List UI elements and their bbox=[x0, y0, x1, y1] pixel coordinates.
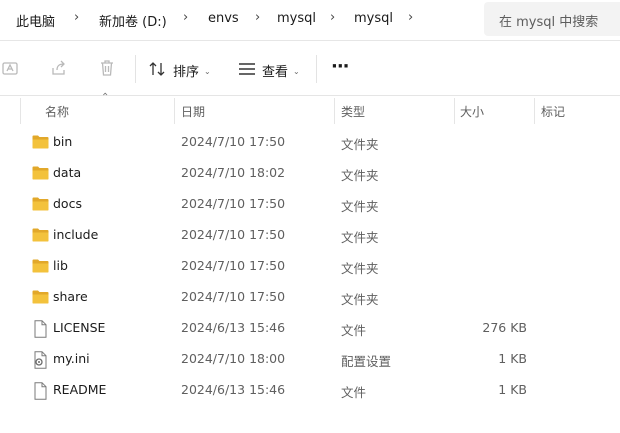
share-icon[interactable] bbox=[50, 59, 68, 80]
column-header-name[interactable]: 名称 bbox=[45, 103, 69, 120]
breadcrumb-mysql-current[interactable]: mysql bbox=[354, 11, 393, 26]
file-size: 1 KB bbox=[498, 382, 527, 397]
chevron-right-icon[interactable]: › bbox=[74, 10, 79, 25]
file-name: lib bbox=[53, 258, 68, 273]
column-divider[interactable] bbox=[534, 98, 535, 124]
chevron-right-icon[interactable]: › bbox=[255, 10, 260, 25]
chevron-right-icon[interactable]: › bbox=[330, 10, 335, 25]
file-row[interactable]: bin 2024/7/10 17:50 文件夹 bbox=[0, 127, 620, 158]
file-name: docs bbox=[53, 196, 82, 211]
sort-ascending-icon: ⌃ bbox=[101, 92, 110, 103]
column-header-date[interactable]: 日期 bbox=[181, 103, 205, 120]
column-header-size[interactable]: 大小 bbox=[460, 103, 484, 120]
file-name: README bbox=[53, 382, 107, 397]
file-name: data bbox=[53, 165, 82, 180]
file-name: LICENSE bbox=[53, 320, 106, 335]
column-header-tags[interactable]: 标记 bbox=[541, 103, 565, 120]
file-type: 文件夹 bbox=[341, 137, 379, 152]
folder-icon bbox=[32, 258, 49, 274]
file-name: share bbox=[53, 289, 88, 304]
folder-icon bbox=[32, 134, 49, 150]
column-divider[interactable] bbox=[454, 98, 455, 124]
file-type: 文件 bbox=[341, 385, 367, 400]
file-row[interactable]: my.ini 2024/7/10 18:00 配置设置 1 KB bbox=[0, 344, 620, 375]
file-date: 2024/6/13 15:46 bbox=[181, 320, 286, 335]
file-list: ⌃ 名称 日期 类型 大小 标记 bin 2024/7/10 17:50 文件夹 da… bbox=[0, 92, 620, 433]
sort-label: 排序 bbox=[173, 65, 200, 80]
file-date: 2024/7/10 18:00 bbox=[181, 351, 286, 366]
file-size: 276 KB bbox=[482, 320, 527, 335]
column-divider[interactable] bbox=[334, 98, 335, 124]
chevron-down-icon: ⌄ bbox=[204, 67, 211, 76]
chevron-down-icon: ⌄ bbox=[293, 67, 300, 76]
folder-icon bbox=[32, 227, 49, 243]
search-box[interactable]: 在 mysql 中搜索 bbox=[484, 2, 620, 36]
file-row[interactable]: LICENSE 2024/6/13 15:46 文件 276 KB bbox=[0, 313, 620, 344]
toolbar-divider bbox=[316, 55, 317, 83]
file-type: 文件夹 bbox=[341, 292, 379, 307]
file-date: 2024/7/10 18:02 bbox=[181, 165, 286, 180]
toolbar-divider bbox=[135, 55, 136, 83]
file-row[interactable]: share 2024/7/10 17:50 文件夹 bbox=[0, 282, 620, 313]
chevron-right-icon[interactable]: › bbox=[408, 10, 413, 25]
address-bar: 此电脑 › 新加卷 (D:) › envs › mysql › mysql › … bbox=[0, 0, 620, 41]
file-date: 2024/7/10 17:50 bbox=[181, 196, 286, 211]
column-header-type[interactable]: 类型 bbox=[341, 103, 365, 120]
chevron-right-icon[interactable]: › bbox=[183, 10, 188, 25]
rename-icon[interactable] bbox=[2, 59, 20, 80]
file-row[interactable]: docs 2024/7/10 17:50 文件夹 bbox=[0, 189, 620, 220]
file-icon bbox=[32, 382, 49, 400]
view-icon[interactable] bbox=[238, 62, 256, 79]
file-row[interactable]: lib 2024/7/10 17:50 文件夹 bbox=[0, 251, 620, 282]
view-label: 查看 bbox=[262, 65, 289, 80]
file-date: 2024/7/10 17:50 bbox=[181, 227, 286, 242]
sort-icon[interactable] bbox=[149, 61, 167, 80]
file-row[interactable]: data 2024/7/10 18:02 文件夹 bbox=[0, 158, 620, 189]
sort-button[interactable]: 排序 ⌄ bbox=[173, 61, 211, 80]
file-row[interactable]: README 2024/6/13 15:46 文件 1 KB bbox=[0, 375, 620, 406]
file-type: 文件夹 bbox=[341, 199, 379, 214]
breadcrumb-this-pc[interactable]: 此电脑 bbox=[16, 11, 55, 30]
delete-icon[interactable] bbox=[98, 59, 116, 80]
file-type: 文件夹 bbox=[341, 168, 379, 183]
view-button[interactable]: 查看 ⌄ bbox=[262, 61, 300, 80]
command-bar: 排序 ⌄ 查看 ⌄ ··· bbox=[0, 41, 620, 96]
file-name: include bbox=[53, 227, 99, 242]
file-date: 2024/7/10 17:50 bbox=[181, 289, 286, 304]
file-type: 文件夹 bbox=[341, 230, 379, 245]
search-input[interactable]: 在 mysql 中搜索 bbox=[499, 11, 598, 30]
file-name: my.ini bbox=[53, 351, 90, 366]
folder-icon bbox=[32, 196, 49, 212]
column-divider bbox=[20, 98, 21, 124]
breadcrumb-drive-d[interactable]: 新加卷 (D:) bbox=[99, 11, 167, 30]
folder-icon bbox=[32, 165, 49, 181]
settings-file-icon bbox=[32, 351, 49, 369]
file-date: 2024/7/10 17:50 bbox=[181, 134, 286, 149]
breadcrumb-envs[interactable]: envs bbox=[208, 11, 239, 26]
file-type: 文件 bbox=[341, 323, 367, 338]
file-type: 配置设置 bbox=[341, 354, 392, 369]
folder-icon bbox=[32, 289, 49, 305]
file-date: 2024/7/10 17:50 bbox=[181, 258, 286, 273]
file-row[interactable]: include 2024/7/10 17:50 文件夹 bbox=[0, 220, 620, 251]
more-options-button[interactable]: ··· bbox=[331, 56, 349, 77]
column-divider[interactable] bbox=[174, 98, 175, 124]
file-date: 2024/6/13 15:46 bbox=[181, 382, 286, 397]
file-icon bbox=[32, 320, 49, 338]
file-size: 1 KB bbox=[498, 351, 527, 366]
file-name: bin bbox=[53, 134, 73, 149]
file-type: 文件夹 bbox=[341, 261, 379, 276]
breadcrumb-mysql[interactable]: mysql bbox=[277, 11, 316, 26]
